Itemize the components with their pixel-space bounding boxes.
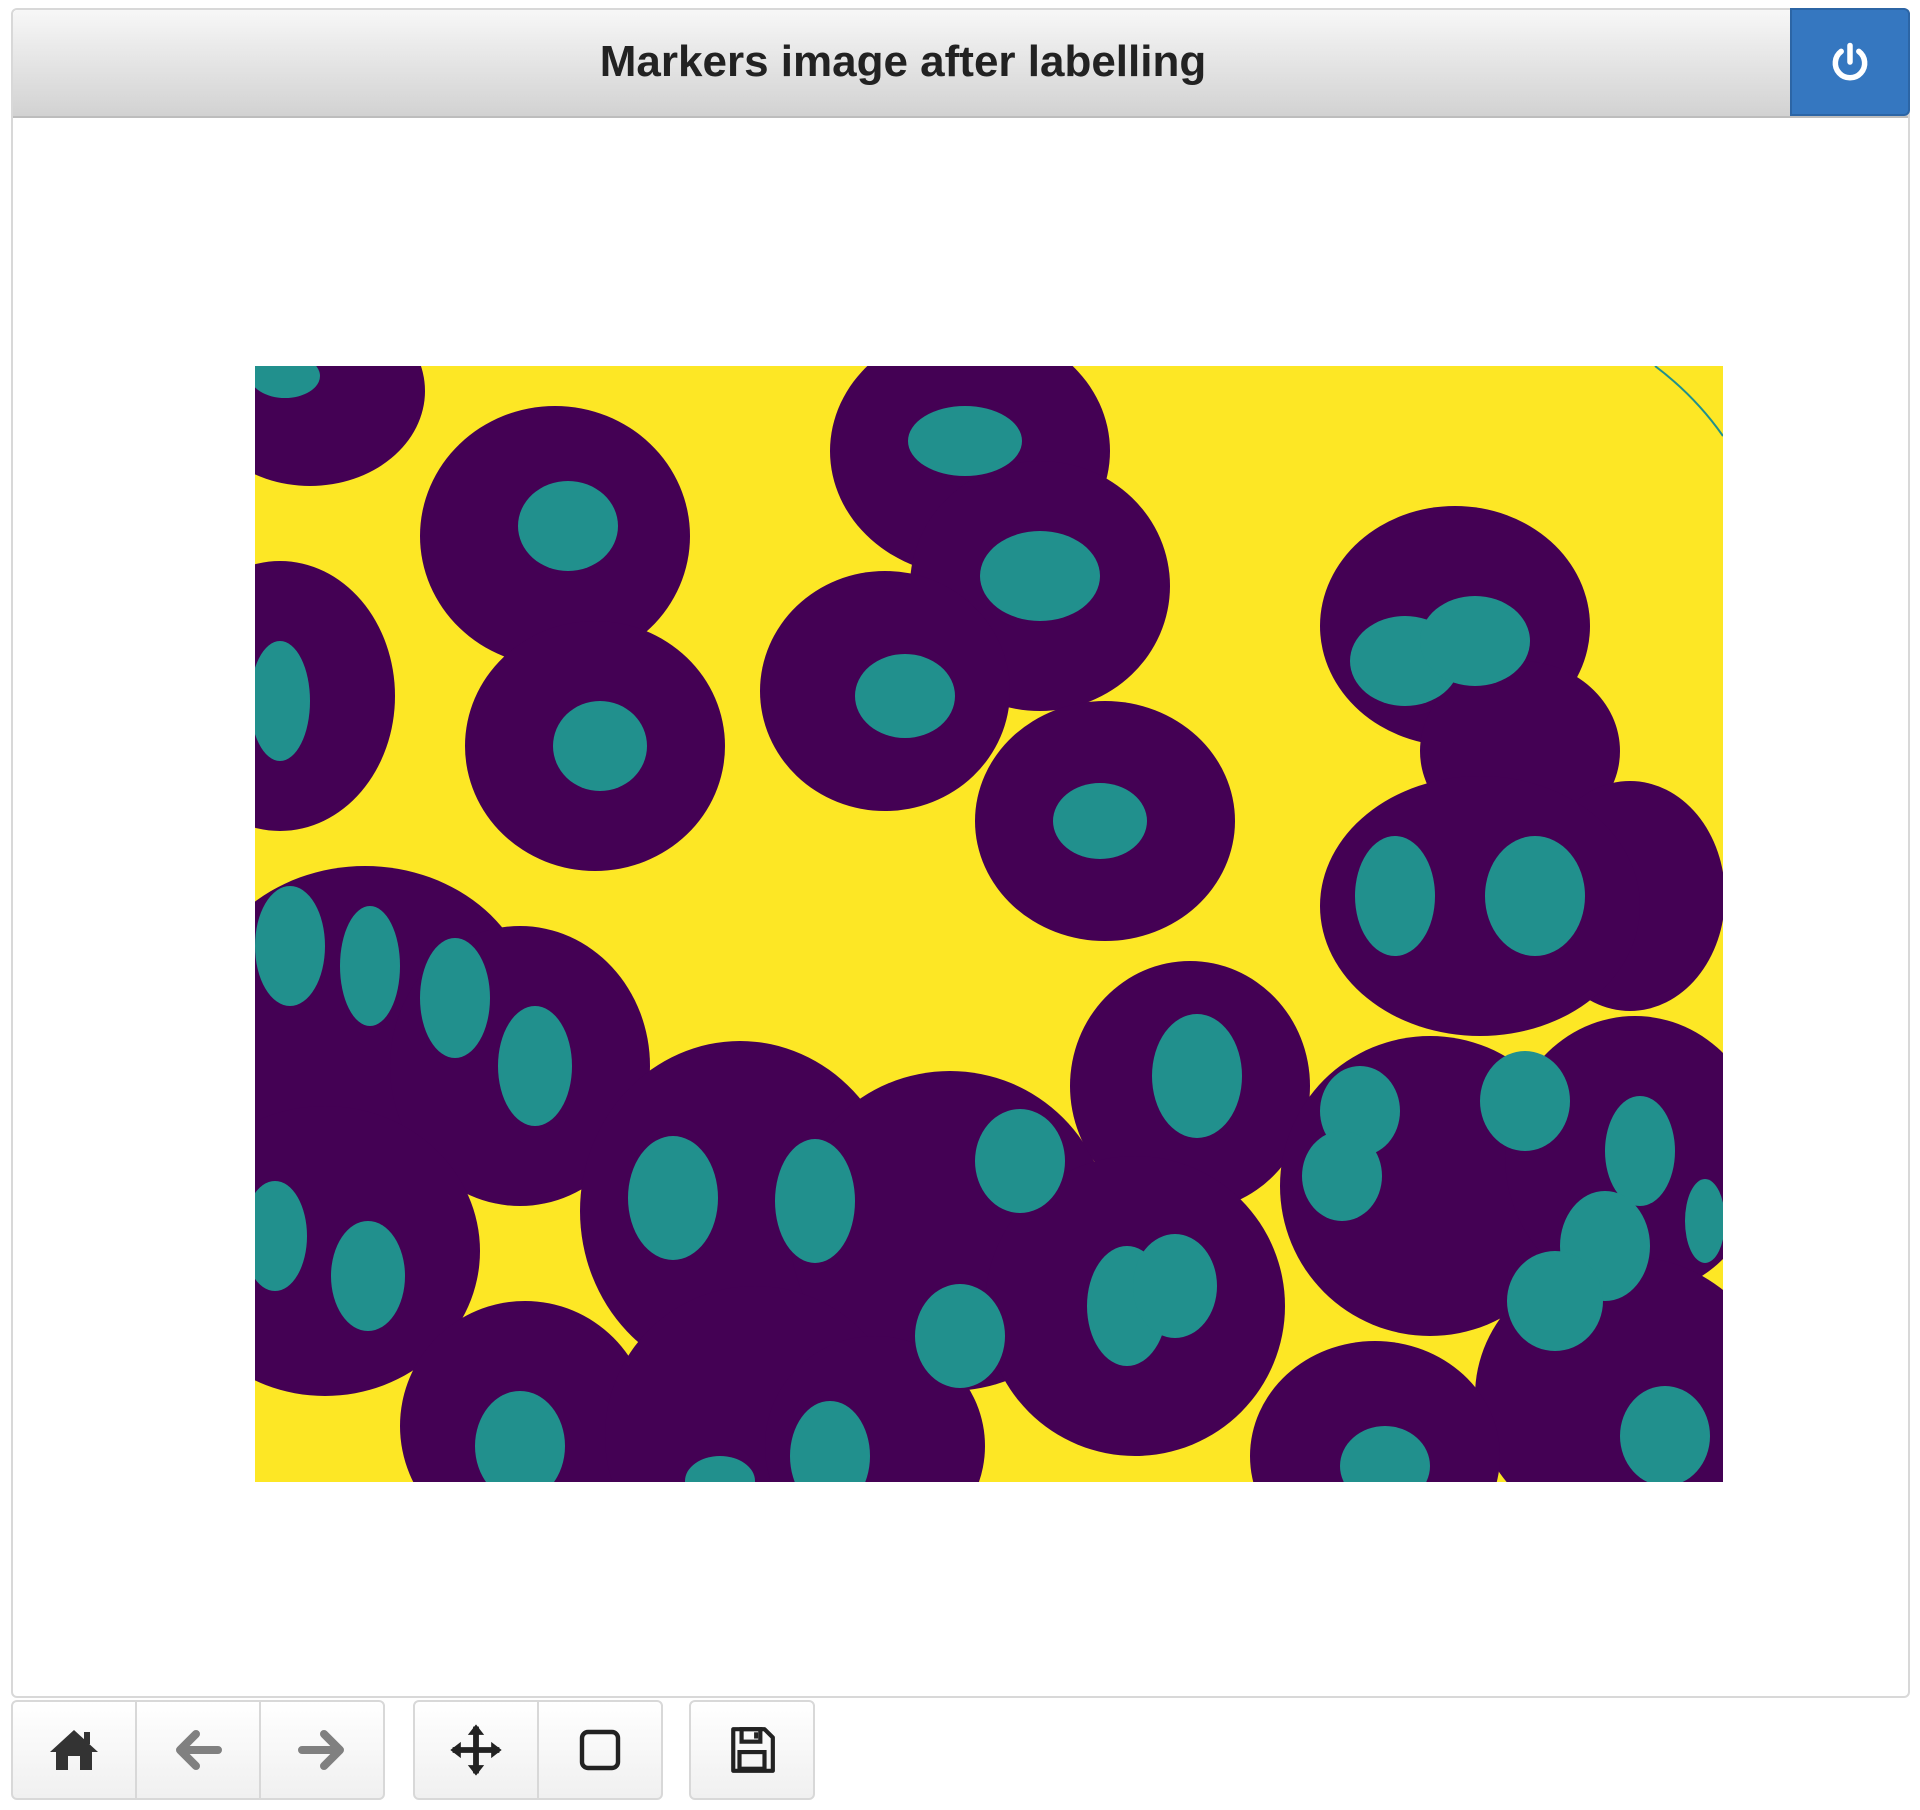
power-icon (1832, 42, 1868, 81)
floppy-disk-icon (731, 1727, 775, 1773)
arrow-right-icon (298, 1730, 344, 1770)
figure-window: Markers image after labelling (11, 8, 1910, 1698)
pan-button[interactable] (413, 1700, 539, 1800)
figure-canvas[interactable] (13, 118, 1908, 1698)
move-icon (450, 1724, 502, 1776)
forward-button[interactable] (259, 1700, 385, 1800)
zoom-pan-group (413, 1700, 663, 1800)
navigation-group (11, 1700, 385, 1800)
labelled-markers-image (255, 366, 1723, 1482)
home-icon (50, 1730, 98, 1770)
save-figure-button[interactable] (689, 1700, 815, 1800)
square-icon (579, 1729, 621, 1771)
close-figure-button[interactable] (1790, 8, 1910, 116)
arrow-left-icon (176, 1730, 222, 1770)
figure-title: Markers image after labelling (599, 37, 1207, 86)
back-button[interactable] (135, 1700, 261, 1800)
title-bar: Markers image after labelling (13, 8, 1910, 118)
home-button[interactable] (11, 1700, 137, 1800)
zoom-rect-button[interactable] (537, 1700, 663, 1800)
save-group (689, 1700, 815, 1800)
